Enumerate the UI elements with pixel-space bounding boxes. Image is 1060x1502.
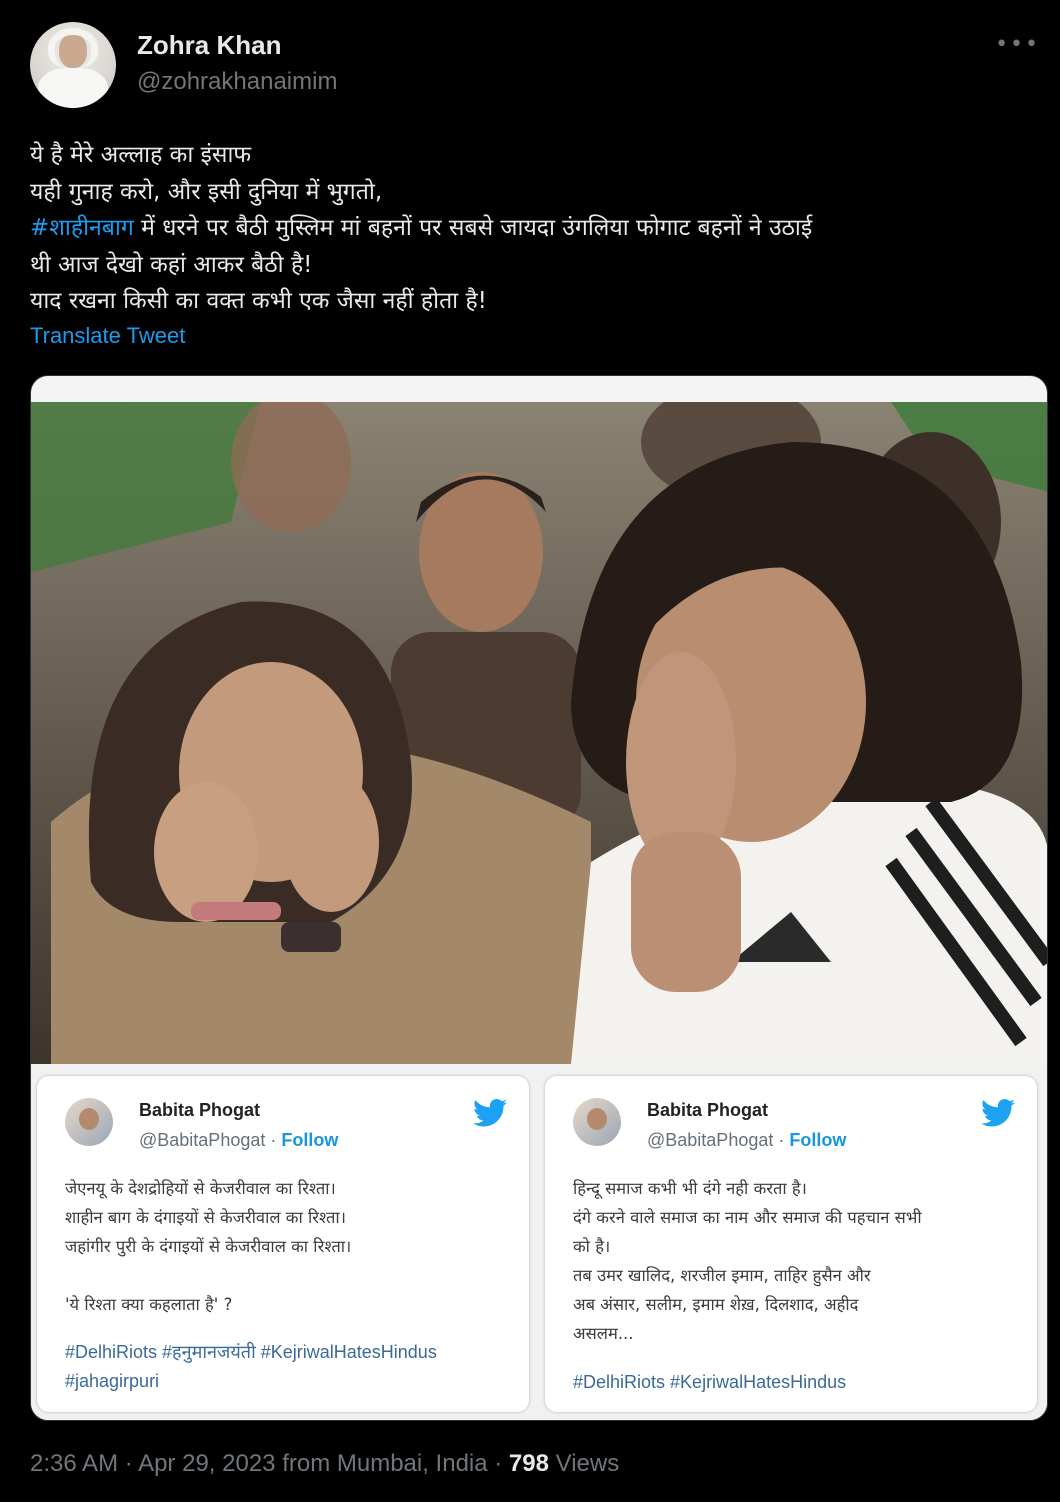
embedded-tweets: Babita Phogat @BabitaPhogat · Follow जेए… xyxy=(31,1064,1047,1420)
tweet-line-3-text: में धरने पर बैठी मुस्लिम मां बहनों पर सब… xyxy=(133,215,813,241)
card-line xyxy=(65,1261,515,1290)
tweet-meta: 2:36 AM · Apr 29, 2023 from Mumbai, Indi… xyxy=(30,1450,620,1477)
avatar-scarf xyxy=(48,28,98,68)
views-label: Views xyxy=(555,1450,620,1477)
card-body-text: जेएनयू के देशद्रोहियों से केजरीवाल का रि… xyxy=(65,1174,515,1319)
card-author-name: Babita Phogat xyxy=(139,1100,261,1120)
photo-illustration xyxy=(31,402,1047,1064)
card-line: जहांगीर पुरी के दंगाइयों से केजरीवाल का … xyxy=(65,1237,352,1256)
card-line: अब अंसार, सलीम, इमाम शेख़, दिलशाद, अहीद xyxy=(573,1295,859,1314)
embedded-tweet-card-1[interactable]: Babita Phogat @BabitaPhogat · Follow जेए… xyxy=(37,1076,529,1412)
tweet-line-5: याद रखना किसी का वक्त कभी एक जैसा नहीं ह… xyxy=(30,288,487,314)
twitter-bird-icon xyxy=(473,1099,507,1127)
card-line: हिन्दू समाज कभी भी दंगे नही करता है। xyxy=(573,1179,807,1198)
card-author-handle: @BabitaPhogat · Follow xyxy=(647,1130,846,1151)
card-body-text: हिन्दू समाज कभी भी दंगे नही करता है। दंग… xyxy=(573,1174,1023,1348)
follow-button[interactable]: Follow xyxy=(789,1130,846,1150)
tweet-line-2: यही गुनाह करो, और इसी दुनिया में भुगतो, xyxy=(30,178,383,205)
follow-button[interactable]: Follow xyxy=(281,1130,338,1150)
card-line: को है। xyxy=(573,1237,611,1256)
card-line: जेएनयू के देशद्रोहियों से केजरीवाल का रि… xyxy=(65,1179,336,1198)
card-hashtags: #DelhiRiots #KejriwalHatesHindus xyxy=(573,1368,1023,1397)
card-handle-text: @BabitaPhogat xyxy=(139,1130,266,1150)
translate-tweet-link[interactable]: Translate Tweet xyxy=(30,323,185,349)
card-separator: · xyxy=(773,1130,790,1150)
embedded-tweet-card-2[interactable]: Babita Phogat @BabitaPhogat · Follow हिन… xyxy=(545,1076,1037,1412)
tweet-time[interactable]: 2:36 AM xyxy=(30,1450,118,1477)
card-line: दंगे करने वाले समाज का नाम और समाज की पह… xyxy=(573,1208,922,1227)
author-avatar[interactable] xyxy=(30,22,116,108)
views-count: 798 xyxy=(508,1450,549,1477)
tweet-media[interactable]: Babita Phogat @BabitaPhogat · Follow जेए… xyxy=(30,375,1048,1421)
card-tag-line[interactable]: #DelhiRiots #हनुमानजयंती #KejriwalHatesH… xyxy=(65,1338,515,1367)
avatar-body xyxy=(38,68,108,108)
tweet-line-4: थी आज देखो कहां आकर बैठी है! xyxy=(30,251,313,278)
ellipsis-icon[interactable]: ••• xyxy=(995,32,1040,57)
card-line: असलम... xyxy=(573,1324,634,1343)
card-handle-text: @BabitaPhogat xyxy=(647,1130,774,1150)
author-name[interactable]: Zohra Khan xyxy=(137,30,281,61)
card-separator: · xyxy=(265,1130,282,1150)
card-line: तब उमर खालिद, शरजील इमाम, ताहिर हुसैन और xyxy=(573,1266,871,1285)
hashtag-link[interactable]: #शाहीनबाग xyxy=(30,215,134,241)
tweet-line-1: ये है मेरे अल्लाह का इंसाफ xyxy=(30,142,252,168)
tweet-location: from Mumbai, India xyxy=(282,1450,488,1477)
tweet-header: Zohra Khan @zohrakhanaimim ••• xyxy=(30,22,1040,112)
card-line: 'ये रिश्ता क्या कहलाता है' ? xyxy=(65,1295,233,1314)
card-author-handle: @BabitaPhogat · Follow xyxy=(139,1130,338,1151)
card-avatar xyxy=(573,1098,621,1146)
card-line: शाहीन बाग के दंगाइयों से केजरीवाल का रिश… xyxy=(65,1208,346,1227)
card-author-name: Babita Phogat xyxy=(647,1100,769,1120)
tweet-date[interactable]: Apr 29, 2023 xyxy=(138,1450,275,1477)
twitter-bird-icon xyxy=(981,1099,1015,1127)
card-hashtags: #DelhiRiots #हनुमानजयंती #KejriwalHatesH… xyxy=(65,1338,515,1396)
media-photo[interactable] xyxy=(31,402,1047,1064)
author-handle[interactable]: @zohrakhanaimim xyxy=(137,68,337,96)
card-tag-line[interactable]: #jahagirpuri xyxy=(65,1367,515,1396)
tweet-line-3: #शाहीनबाग में धरने पर बैठी मुस्लिम मां ब… xyxy=(30,210,1040,247)
card-avatar xyxy=(65,1098,113,1146)
tweet-text: ये है मेरे अल्लाह का इंसाफ यही गुनाह करो… xyxy=(30,137,1040,320)
card-tag-line[interactable]: #DelhiRiots #KejriwalHatesHindus xyxy=(573,1368,1023,1397)
